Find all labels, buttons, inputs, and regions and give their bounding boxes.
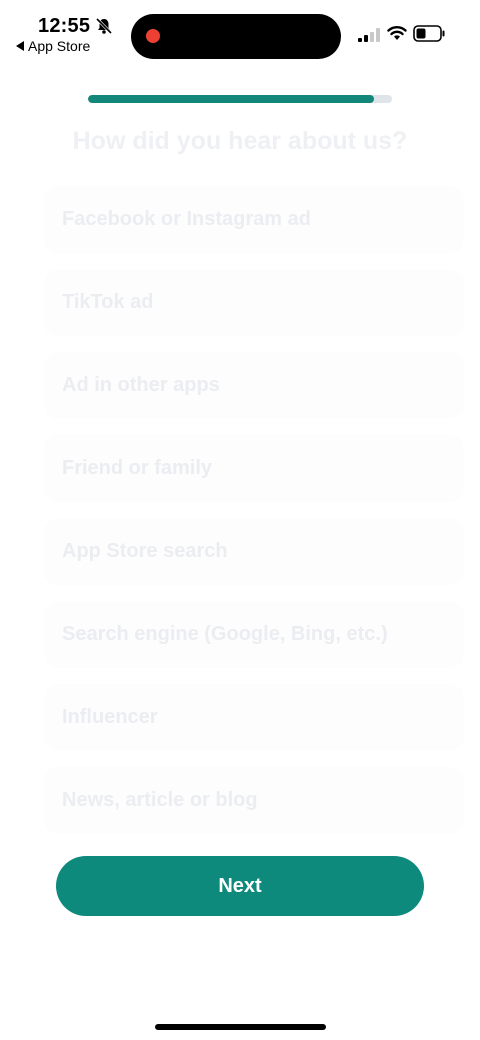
- option-label: Facebook or Instagram ad: [62, 208, 311, 230]
- screen-recording-icon: [146, 29, 160, 43]
- wifi-icon: [387, 26, 407, 40]
- progress-fill: [88, 95, 374, 103]
- cellular-signal-icon: [358, 28, 380, 42]
- option-label: App Store search: [62, 540, 228, 562]
- option-label: Influencer: [62, 706, 158, 728]
- option-friend-or-family[interactable]: Friend or family: [44, 435, 464, 502]
- bell-slash-icon: [95, 17, 113, 35]
- option-label: Search engine (Google, Bing, etc.): [62, 623, 388, 645]
- option-facebook-instagram-ad[interactable]: Facebook or Instagram ad: [44, 186, 464, 253]
- back-arrow-icon: [16, 41, 24, 51]
- option-ad-in-other-apps[interactable]: Ad in other apps: [44, 352, 464, 419]
- status-bar: 12:55 App Store: [0, 0, 480, 60]
- option-label: Friend or family: [62, 457, 213, 479]
- options-list: Facebook or Instagram ad TikTok ad Ad in…: [44, 186, 464, 850]
- option-search-engine[interactable]: Search engine (Google, Bing, etc.): [44, 601, 464, 668]
- option-app-store-search[interactable]: App Store search: [44, 518, 464, 585]
- option-news-article-blog[interactable]: News, article or blog: [44, 767, 464, 834]
- back-link-label: App Store: [28, 38, 91, 54]
- question-title: How did you hear about us?: [72, 127, 408, 155]
- option-label: TikTok ad: [62, 291, 154, 313]
- option-label: Ad in other apps: [62, 374, 220, 396]
- option-tiktok-ad[interactable]: TikTok ad: [44, 269, 464, 336]
- battery-icon: [413, 25, 445, 42]
- onboarding-progress-bar: [88, 95, 392, 103]
- option-influencer[interactable]: Influencer: [44, 684, 464, 751]
- status-time: 12:55: [38, 15, 91, 37]
- option-label: News, article or blog: [62, 789, 258, 811]
- home-indicator[interactable]: [155, 1024, 326, 1030]
- back-to-app-store[interactable]: App Store: [16, 38, 90, 54]
- dynamic-island: [131, 14, 341, 59]
- next-button[interactable]: Next: [56, 856, 424, 916]
